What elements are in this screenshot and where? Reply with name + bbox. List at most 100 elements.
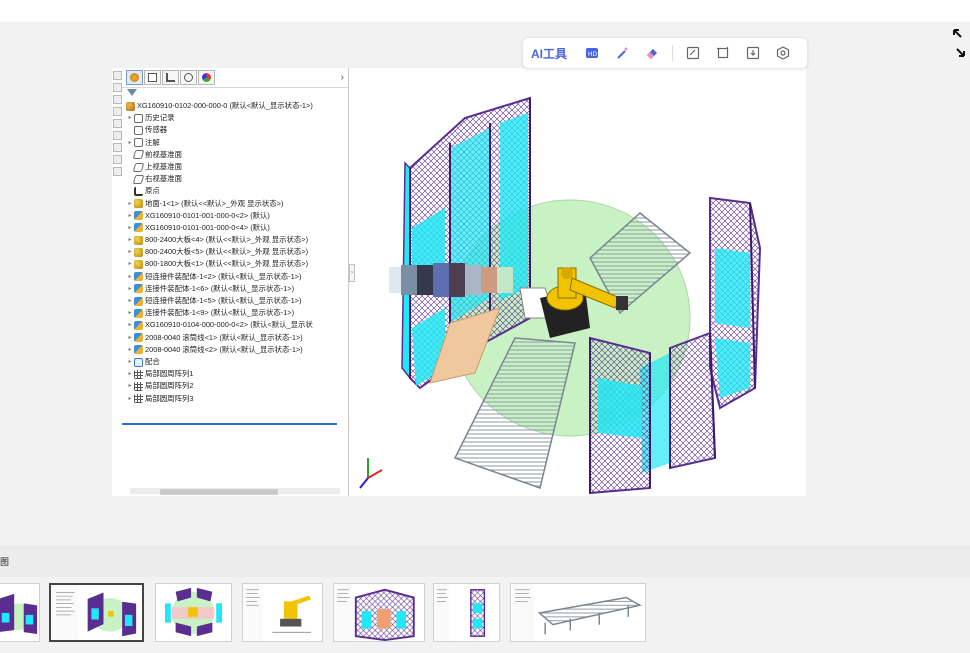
- tree-item[interactable]: ▸ 局部圆周阵列2: [126, 380, 348, 392]
- tree-item[interactable]: ▸ 注解: [126, 137, 348, 149]
- tool-icon[interactable]: [113, 71, 122, 80]
- thumbnail-7[interactable]: [510, 583, 646, 642]
- tool-icon[interactable]: [113, 131, 122, 140]
- thumbnail-6[interactable]: [433, 583, 500, 642]
- tree-item[interactable]: ▸ 连接件装配体-1<9> (默认<默认_显示状态-1>): [126, 307, 348, 319]
- tree-horizontal-scrollbar[interactable]: [130, 488, 340, 495]
- expand-arrow-icon[interactable]: ▸: [126, 319, 134, 331]
- expand-arrow-icon[interactable]: ▸: [126, 210, 134, 222]
- expand-arrow-icon[interactable]: ▸: [126, 137, 134, 149]
- expand-arrow-icon[interactable]: ▸: [126, 344, 134, 356]
- expand-arrow-icon[interactable]: ▸: [126, 295, 134, 307]
- assembly-icon: [134, 284, 143, 294]
- tree-item[interactable]: ▸ 短连接件装配体-1<5> (默认<默认_显示状态-1>): [126, 295, 348, 307]
- edit-image-icon[interactable]: [685, 45, 701, 61]
- display-manager-tab[interactable]: [198, 70, 215, 85]
- thumbnail-2[interactable]: [49, 583, 144, 642]
- configuration-manager-tab[interactable]: [162, 70, 179, 85]
- expand-arrow-icon[interactable]: ▸: [126, 356, 134, 368]
- expand-arrow-icon[interactable]: ▸: [126, 332, 134, 344]
- tree-item[interactable]: ▸ 地面-1<1> (默认<<默认>_外观 显示状态>): [126, 198, 348, 210]
- tree-item[interactable]: 上视基准面: [126, 161, 348, 173]
- tree-item-label: 历史记录: [145, 113, 175, 123]
- tree-item[interactable]: 原点: [126, 185, 348, 197]
- tree-item[interactable]: ▸ 短连接件装配体-1<2> (默认<默认_显示状态-1>): [126, 271, 348, 283]
- expand-arrow-icon[interactable]: ▸: [126, 380, 134, 392]
- eraser-icon[interactable]: [644, 45, 660, 61]
- history-icon: [134, 113, 143, 123]
- tree-item[interactable]: ▸ 800-2400大板<5> (默认<<默认>_外观 显示状态>): [126, 246, 348, 258]
- tree-item[interactable]: ▸ 800-1800大板<1> (默认<<默认>_外观 显示状态>): [126, 258, 348, 270]
- expand-arrow-icon[interactable]: ▸: [126, 283, 134, 295]
- strip-label: 图: [0, 557, 10, 567]
- tree-item[interactable]: 传感器: [126, 124, 348, 136]
- tree-item[interactable]: ▸ 2008-0040 滚筒线<2> (默认<默认_显示状态-1>): [126, 344, 348, 356]
- tool-icon[interactable]: [113, 119, 122, 128]
- expand-arrow-icon[interactable]: ▸: [126, 222, 134, 234]
- dimxpert-tab[interactable]: [180, 70, 197, 85]
- tree-item[interactable]: ▸ 连接件装配体-1<6> (默认<默认_显示状态-1>): [126, 283, 348, 295]
- tree-item[interactable]: ▸ XG160910-0101-001-000-0<4> (默认): [126, 222, 348, 234]
- filter-row[interactable]: [122, 88, 348, 100]
- magic-wand-icon[interactable]: [614, 45, 630, 61]
- tool-icon[interactable]: [113, 83, 122, 92]
- expand-arrow-icon[interactable]: ▸: [126, 393, 134, 405]
- ai-tools-button[interactable]: AI工具: [531, 45, 567, 62]
- tree-item-label: XG160910-0101-001-000-0<2> (默认): [145, 210, 270, 220]
- expand-arrow-icon[interactable]: ▸: [126, 307, 134, 319]
- tree-item[interactable]: 前视基准面: [126, 149, 348, 161]
- scrollbar-thumb[interactable]: [160, 489, 278, 495]
- tree-item-label: 右视基准面: [145, 174, 182, 184]
- feature-manager-tab[interactable]: [126, 70, 143, 85]
- hd-image-icon[interactable]: HD: [584, 45, 600, 61]
- tool-icon[interactable]: [113, 143, 122, 152]
- tree-rollback-bar[interactable]: [122, 423, 337, 425]
- tree-item[interactable]: ▸ 2008-0040 滚筒线<1> (默认<默认_显示状态-1>): [126, 332, 348, 344]
- tree-item[interactable]: ▸ 局部圆周阵列1: [126, 368, 348, 380]
- tree-item-label: 配合: [145, 356, 160, 366]
- tool-icon[interactable]: [113, 167, 122, 176]
- tree-item-label: 800-1800大板<1> (默认<<默认>_外观 显示状态>): [145, 259, 309, 269]
- thumbnail-3[interactable]: [155, 583, 232, 642]
- tree-item[interactable]: ▸ XG160910-0101-001-000-0<2> (默认): [126, 210, 348, 222]
- tree-item-label: 短连接件装配体-1<5> (默认<默认_显示状态-1>): [145, 296, 302, 305]
- pattern-icon: [134, 369, 143, 379]
- tree-item[interactable]: ▸ 配合: [126, 356, 348, 368]
- fullscreen-icon[interactable]: [952, 28, 966, 58]
- expand-arrow-icon[interactable]: ▸: [126, 234, 134, 246]
- expand-arrow-icon[interactable]: ▸: [126, 198, 134, 210]
- tree-item[interactable]: ▸ 局部圆周阵列3: [126, 393, 348, 405]
- ai-toolbar: AI工具 HD: [522, 37, 808, 69]
- tool-icon[interactable]: [113, 155, 122, 164]
- tool-icon[interactable]: [113, 107, 122, 116]
- expand-arrow-icon[interactable]: ▸: [126, 271, 134, 283]
- tree-item[interactable]: 右视基准面: [126, 173, 348, 185]
- crop-icon[interactable]: [715, 45, 731, 61]
- origin-icon: [134, 186, 143, 196]
- download-icon[interactable]: [745, 45, 761, 61]
- expand-arrow-icon[interactable]: ▸: [126, 112, 134, 124]
- tree-item-label: 连接件装配体-1<6> (默认<默认_显示状态-1>): [145, 283, 295, 293]
- tree-item[interactable]: ▸ 800-2400大板<4> (默认<<默认>_外观 显示状态>): [126, 234, 348, 246]
- tree-item-label: 局部圆周阵列2: [145, 381, 194, 391]
- thumbnail-1[interactable]: [0, 583, 40, 642]
- assembly-icon: [134, 211, 143, 221]
- part-icon: [134, 260, 143, 270]
- thumbnail-5[interactable]: [333, 583, 425, 642]
- tabs-more-icon[interactable]: ›: [341, 72, 344, 83]
- expand-arrow-icon[interactable]: ▸: [126, 246, 134, 258]
- tree-item-label: 2008-0040 滚筒线<1> (默认<默认_显示状态-1>): [145, 332, 303, 342]
- thumbnail-strip: [0, 582, 970, 644]
- settings-icon[interactable]: [775, 45, 791, 61]
- expand-arrow-icon[interactable]: ▸: [126, 258, 134, 270]
- expand-arrow-icon[interactable]: ▸: [126, 368, 134, 380]
- property-manager-tab[interactable]: [144, 70, 161, 85]
- tree-item[interactable]: ▸ 历史记录: [126, 112, 348, 124]
- tree-item[interactable]: ▸ XG160910-0104-000-000-0<2> (默认<默认_显示状: [126, 319, 348, 331]
- pattern-icon: [134, 394, 143, 404]
- filter-icon[interactable]: [127, 89, 137, 96]
- thumbnail-4[interactable]: [242, 583, 323, 642]
- tool-icon[interactable]: [113, 95, 122, 104]
- toolbar-divider: [672, 45, 674, 61]
- tree-root[interactable]: XG160910-0102-000-000-0 (默认<默认_显示状态-1>): [126, 100, 348, 112]
